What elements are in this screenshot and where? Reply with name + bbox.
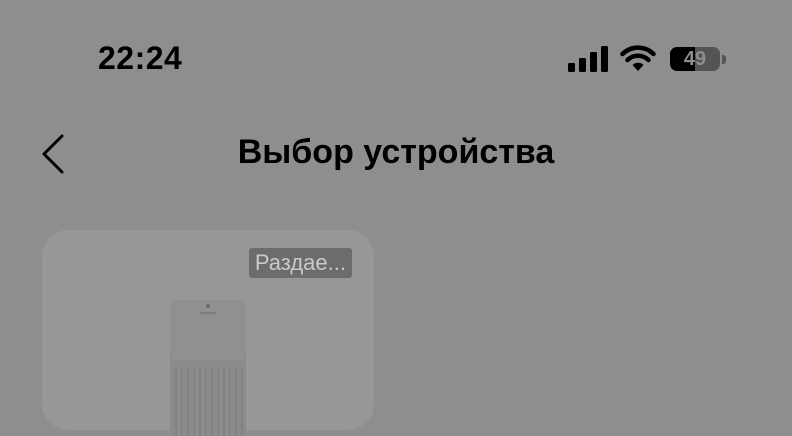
nav-bar: Выбор устройства	[0, 118, 792, 190]
device-card[interactable]: Раздае...	[42, 230, 374, 436]
cellular-signal-icon	[568, 46, 608, 72]
air-purifier-icon	[170, 300, 246, 436]
device-status-badge: Раздае...	[248, 248, 352, 278]
battery-icon: 49	[670, 47, 728, 73]
status-bar: 22:24 49	[0, 0, 792, 110]
wifi-icon	[620, 45, 656, 71]
battery-tip	[722, 55, 726, 64]
status-time: 22:24	[98, 40, 183, 76]
page-title: Выбор устройства	[237, 133, 555, 171]
battery-level: 49	[683, 48, 707, 70]
battery-body: 49	[670, 47, 720, 71]
